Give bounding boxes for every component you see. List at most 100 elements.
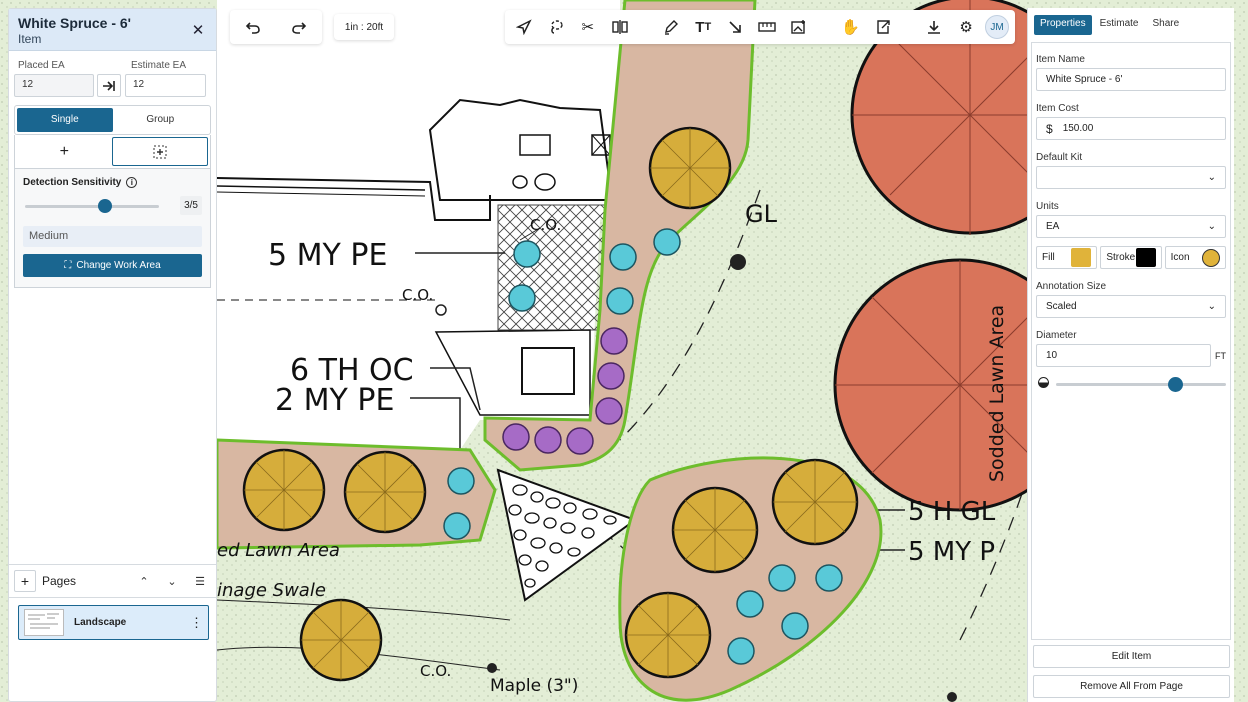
item-name-value: White Spruce - 6' bbox=[1046, 74, 1123, 85]
label-sodded-lawn: Sodded Lawn Area bbox=[986, 305, 1008, 482]
item-name-label: Item Name bbox=[1036, 54, 1085, 65]
tab-estimate[interactable]: Estimate bbox=[1094, 15, 1145, 35]
change-work-area-button[interactable]: ⛶ Change Work Area bbox=[23, 254, 202, 277]
main-toolbar: ✂ TT ✋ ⚙ JM bbox=[505, 10, 1015, 44]
copy-to-estimate-icon[interactable] bbox=[97, 74, 121, 97]
detection-panel: Detection Sensitivity i 3/5 Medium ⛶ Cha… bbox=[14, 169, 211, 288]
diameter-value: 10 bbox=[1046, 350, 1058, 361]
icon-label: Icon bbox=[1170, 252, 1190, 263]
lasso-icon[interactable] bbox=[543, 14, 569, 40]
icon-picker[interactable]: Icon bbox=[1164, 246, 1226, 269]
label-co-3: C.O. bbox=[420, 662, 451, 680]
page-list-icon[interactable]: ☰ bbox=[189, 575, 211, 588]
placed-ea-value: 12 bbox=[14, 74, 94, 97]
scale-indicator[interactable]: 1in : 20ft bbox=[334, 14, 394, 40]
split-icon[interactable] bbox=[607, 14, 633, 40]
chevron-down-icon: ⌄ bbox=[1207, 301, 1216, 312]
right-panel: Properties Estimate Share Item Name Whit… bbox=[1027, 8, 1234, 702]
tab-share[interactable]: Share bbox=[1146, 15, 1185, 35]
slider-thumb[interactable] bbox=[98, 199, 113, 213]
placed-ea-group: Placed EA 12 bbox=[14, 58, 121, 97]
label-co-1: C.O. bbox=[530, 216, 561, 234]
label-5-my-p: 5 MY P bbox=[908, 537, 995, 567]
stroke-picker[interactable]: Stroke bbox=[1100, 246, 1162, 269]
tab-properties[interactable]: Properties bbox=[1034, 15, 1092, 35]
estimate-ea-group: Estimate EA 12 bbox=[125, 58, 211, 97]
annotation-size-select[interactable]: Scaled ⌄ bbox=[1036, 295, 1226, 318]
fill-picker[interactable]: Fill bbox=[1036, 246, 1098, 269]
label-lawn-area: ed Lawn Area bbox=[217, 540, 340, 561]
chevron-down-icon: ⌄ bbox=[1207, 221, 1216, 232]
properties-form: Item Name White Spruce - 6' Item Cost $ … bbox=[1031, 42, 1231, 640]
crop-icon: ⛶ bbox=[64, 260, 72, 271]
units-label: Units bbox=[1036, 201, 1059, 212]
undo-icon[interactable] bbox=[240, 14, 266, 40]
add-page-button[interactable]: + bbox=[14, 570, 36, 592]
edit-item-button[interactable]: Edit Item bbox=[1033, 645, 1230, 668]
stroke-label: Stroke bbox=[1106, 252, 1136, 263]
arrow-icon[interactable] bbox=[722, 14, 748, 40]
history-toolbar bbox=[230, 10, 322, 44]
pages-label: Pages bbox=[42, 574, 77, 588]
change-work-area-label: Change Work Area bbox=[76, 260, 161, 271]
label-2-my-pe: 2 MY PE bbox=[275, 383, 394, 418]
fill-swatch bbox=[1071, 248, 1092, 267]
ruler-icon[interactable] bbox=[754, 14, 780, 40]
estimate-ea-label: Estimate EA bbox=[131, 60, 187, 71]
item-subtitle: Item bbox=[18, 32, 42, 46]
item-title: White Spruce - 6' bbox=[18, 15, 132, 31]
select-arrow-icon[interactable] bbox=[511, 14, 537, 40]
default-kit-select[interactable]: ⌄ bbox=[1036, 166, 1226, 189]
text-icon[interactable]: TT bbox=[690, 14, 716, 40]
pencil-icon[interactable] bbox=[658, 14, 684, 40]
diameter-label: Diameter bbox=[1036, 330, 1077, 341]
label-gl: GL bbox=[745, 200, 778, 228]
detection-slider[interactable]: 3/5 bbox=[23, 192, 202, 220]
settings-icon[interactable]: ⚙ bbox=[953, 14, 979, 40]
label-drainage-swale: inage Swale bbox=[217, 580, 326, 601]
placed-ea-label: Placed EA bbox=[18, 60, 65, 71]
image-add-icon[interactable] bbox=[786, 14, 812, 40]
detection-label: Detection Sensitivity bbox=[23, 177, 122, 188]
chevron-down-icon: ⌄ bbox=[1207, 172, 1216, 183]
color-row: Fill Stroke Icon bbox=[1036, 246, 1226, 269]
label-5-h-gl: 5 H GL bbox=[908, 497, 996, 527]
label-maple: Maple (3") bbox=[490, 676, 578, 696]
sensitivity-level: Medium bbox=[23, 226, 202, 247]
currency-symbol: $ bbox=[1046, 121, 1053, 136]
estimate-ea-input[interactable]: 12 bbox=[125, 74, 206, 97]
chevron-down-icon[interactable]: ⌄ bbox=[161, 575, 183, 588]
close-icon[interactable]: ✕ bbox=[188, 20, 208, 40]
auto-detect-icon[interactable] bbox=[111, 137, 208, 166]
add-plus-icon[interactable]: + bbox=[17, 137, 112, 166]
redo-icon[interactable] bbox=[286, 14, 312, 40]
diameter-input[interactable]: 10 bbox=[1036, 344, 1211, 367]
remove-all-button[interactable]: Remove All From Page bbox=[1033, 675, 1230, 698]
panel-tabs: Properties Estimate Share bbox=[1028, 8, 1234, 42]
more-vertical-icon[interactable]: ⋮ bbox=[190, 615, 203, 631]
opacity-thumb[interactable] bbox=[1168, 377, 1183, 392]
chevron-up-icon[interactable]: ⌃ bbox=[133, 575, 155, 588]
item-name-input[interactable]: White Spruce - 6' bbox=[1036, 68, 1226, 91]
opacity-slider[interactable] bbox=[1036, 371, 1226, 397]
diameter-unit: FT bbox=[1215, 350, 1226, 361]
export-icon[interactable] bbox=[870, 14, 896, 40]
placement-tools: + bbox=[14, 135, 211, 169]
download-icon[interactable] bbox=[921, 14, 947, 40]
item-cost-input[interactable]: $ 150.00 bbox=[1036, 117, 1226, 140]
item-cost-label: Item Cost bbox=[1036, 103, 1079, 114]
hand-icon[interactable]: ✋ bbox=[838, 14, 864, 40]
info-icon[interactable]: i bbox=[126, 177, 138, 188]
scissors-icon[interactable]: ✂ bbox=[575, 14, 601, 40]
mode-group-button[interactable]: Group bbox=[113, 108, 209, 132]
opacity-track bbox=[1056, 383, 1226, 386]
item-cost-value: 150.00 bbox=[1062, 123, 1094, 134]
annotation-size-label: Annotation Size bbox=[1036, 281, 1107, 292]
mode-single-button[interactable]: Single bbox=[17, 108, 113, 132]
page-item-landscape[interactable]: Landscape ⋮ bbox=[18, 605, 209, 640]
left-panel: White Spruce - 6' Item ✕ Placed EA 12 Es… bbox=[8, 8, 217, 702]
units-value: EA bbox=[1046, 221, 1060, 232]
default-kit-label: Default Kit bbox=[1036, 152, 1083, 163]
units-select[interactable]: EA ⌄ bbox=[1036, 215, 1226, 238]
user-avatar[interactable]: JM bbox=[985, 15, 1009, 39]
